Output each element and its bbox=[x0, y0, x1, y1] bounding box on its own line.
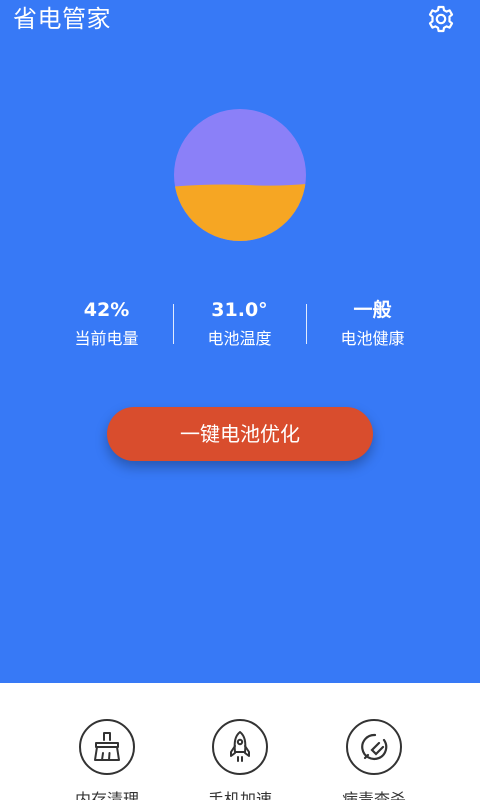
tool-label: 手机加速 bbox=[207, 790, 272, 800]
stat-label: 当前电量 bbox=[74, 329, 139, 348]
tools-panel: 内存清理 手机加速 病毒查杀 bbox=[0, 683, 480, 800]
stat-battery-health: 一般 电池健康 bbox=[306, 296, 439, 350]
stat-label: 电池健康 bbox=[340, 329, 405, 348]
settings-button[interactable] bbox=[426, 4, 456, 34]
battery-level-orb bbox=[174, 109, 306, 241]
main-panel: 省电管家 42% 当前电量 31.0° 电池温度 一般 电池健康 一键电池优化 bbox=[0, 0, 480, 683]
tool-label: 内存清理 bbox=[74, 790, 139, 800]
battery-stats: 42% 当前电量 31.0° 电池温度 一般 电池健康 bbox=[40, 296, 440, 358]
gear-icon bbox=[428, 5, 454, 33]
tool-memory-clean[interactable]: 内存清理 bbox=[47, 719, 167, 800]
optimize-battery-button[interactable]: 一键电池优化 bbox=[107, 407, 373, 461]
tool-phone-boost[interactable]: 手机加速 bbox=[180, 719, 300, 800]
rocket-icon bbox=[212, 719, 268, 775]
broom-icon bbox=[79, 719, 135, 775]
app-title: 省电管家 bbox=[13, 5, 111, 33]
stat-value: 一般 bbox=[353, 299, 392, 321]
stat-value: 42% bbox=[83, 299, 130, 321]
stat-value: 31.0° bbox=[211, 299, 268, 321]
tool-label: 病毒查杀 bbox=[341, 790, 406, 800]
virus-scan-icon bbox=[346, 719, 402, 775]
tool-virus-scan[interactable]: 病毒查杀 bbox=[314, 719, 434, 800]
stat-battery-temperature: 31.0° 电池温度 bbox=[173, 296, 306, 350]
battery-fill bbox=[174, 184, 306, 241]
stat-label: 电池温度 bbox=[207, 329, 272, 348]
stat-current-charge: 42% 当前电量 bbox=[40, 296, 173, 350]
